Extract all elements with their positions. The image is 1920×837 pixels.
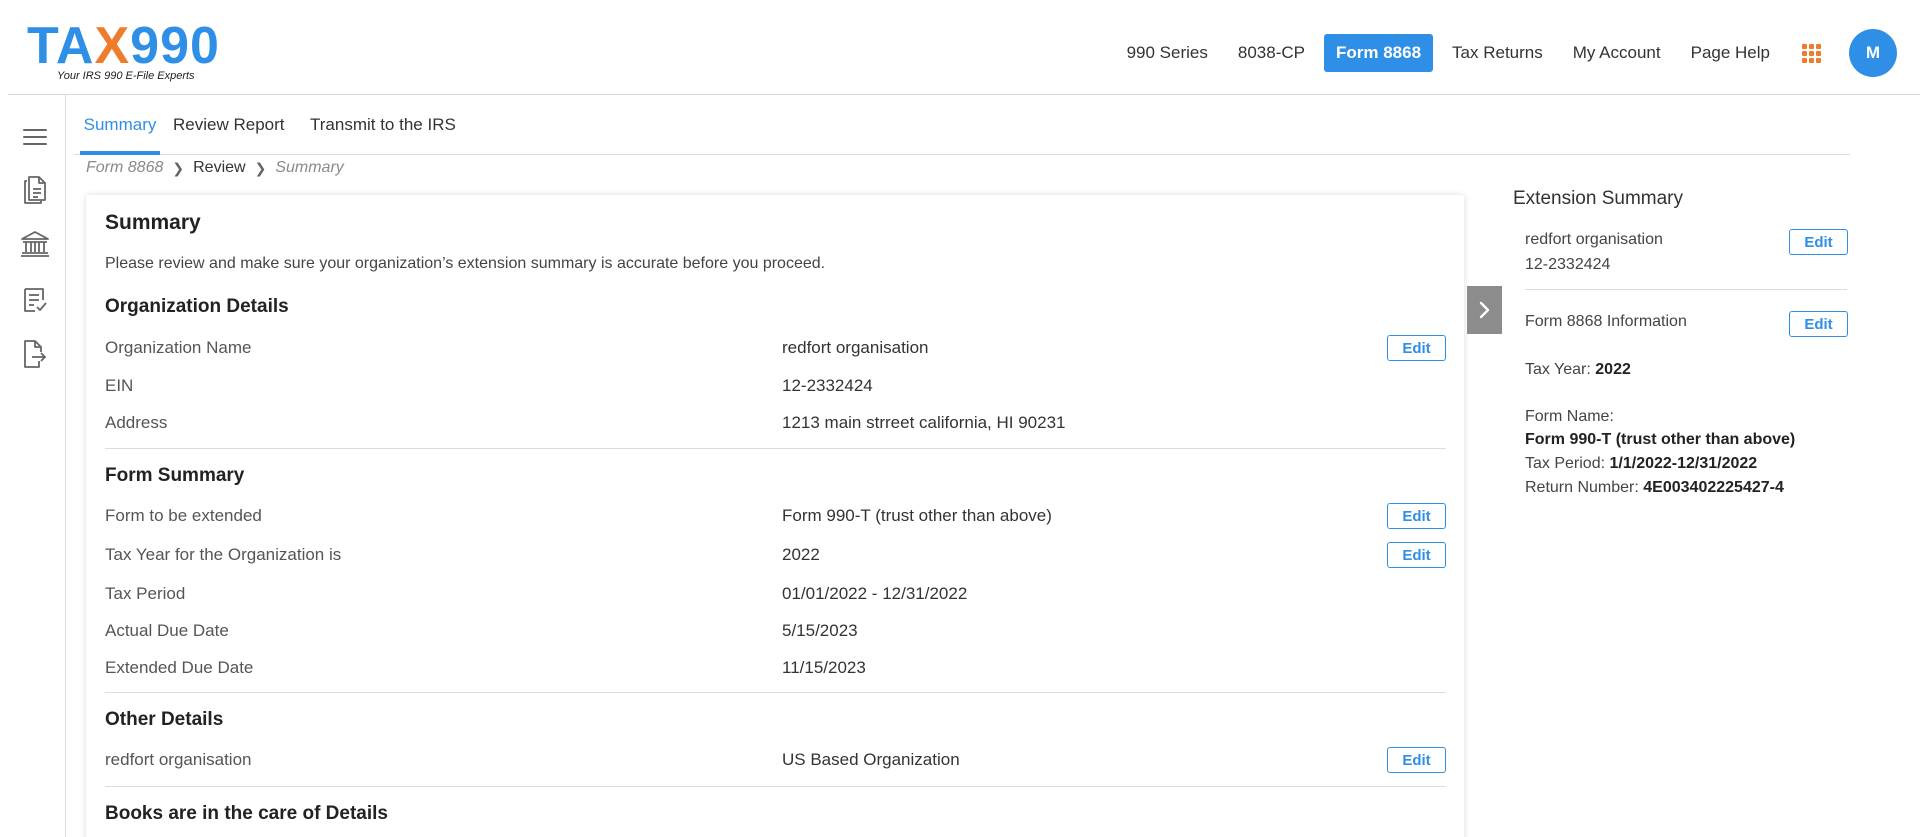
nav-8038-cp[interactable]: 8038-CP xyxy=(1223,34,1320,72)
organization-name-value: redfort organisation xyxy=(782,338,929,357)
chevron-right-icon: ❯ xyxy=(172,159,185,176)
panel-edit-org-button[interactable]: Edit xyxy=(1789,229,1848,255)
document-list-icon[interactable] xyxy=(20,175,50,205)
panel-tax-year: Tax Year: 2022 xyxy=(1525,361,1631,378)
section-divider xyxy=(105,692,1446,693)
address-value: 1213 main strreet california, HI 90231 xyxy=(782,413,1066,432)
summary-description: Please review and make sure your organiz… xyxy=(105,255,826,272)
summary-title: Summary xyxy=(105,211,201,234)
collapse-panel-button[interactable] xyxy=(1467,286,1502,334)
extension-summary-title: Extension Summary xyxy=(1513,188,1684,209)
extended-due-date-value: 11/15/2023 xyxy=(782,658,866,677)
tax-period-value: 01/01/2022 - 12/31/2022 xyxy=(782,584,968,603)
ein-value: 12-2332424 xyxy=(782,376,873,395)
nav-tax-returns[interactable]: Tax Returns xyxy=(1437,34,1558,72)
tax-year-value: 2022 xyxy=(782,545,820,564)
panel-org-ein: 12-2332424 xyxy=(1525,256,1611,273)
other-details-org-type-value: US Based Organization xyxy=(782,750,960,769)
actual-due-date-label: Actual Due Date xyxy=(105,621,229,640)
organization-name-label: Organization Name xyxy=(105,338,252,357)
top-header: TAX990 Your IRS 990 E-File Experts 990 S… xyxy=(8,0,1920,95)
section-divider xyxy=(105,448,1446,449)
left-sidebar xyxy=(0,95,66,837)
checklist-icon[interactable] xyxy=(20,285,50,315)
edit-other-details-button[interactable]: Edit xyxy=(1387,747,1446,773)
panel-tax-period: Tax Period: 1/1/2022-12/31/2022 xyxy=(1525,455,1758,472)
panel-form-name-label: Form Name: xyxy=(1525,408,1614,425)
section-divider xyxy=(105,786,1446,787)
tab-transmit-irs[interactable]: Transmit to the IRS xyxy=(310,100,456,155)
other-details-org-label: redfort organisation xyxy=(105,750,252,769)
form-to-be-extended-label: Form to be extended xyxy=(105,506,262,525)
logo-wordmark: TAX990 xyxy=(27,17,220,75)
apps-grid-icon[interactable] xyxy=(1791,34,1831,72)
file-export-icon[interactable] xyxy=(20,339,50,369)
nav-990-series[interactable]: 990 Series xyxy=(1112,34,1223,72)
logo-tagline: Your IRS 990 E-File Experts xyxy=(57,70,195,82)
tax-year-label: Tax Year for the Organization is xyxy=(105,545,342,564)
organization-details-title: Organization Details xyxy=(105,296,289,317)
tax-period-label: Tax Period xyxy=(105,584,186,603)
user-avatar[interactable]: M xyxy=(1849,29,1897,77)
breadcrumb-review[interactable]: Review xyxy=(193,159,245,177)
address-label: Address xyxy=(105,413,168,432)
summary-card: Summary Please review and make sure your… xyxy=(86,195,1464,837)
ein-label: EIN xyxy=(105,376,134,395)
extended-due-date-label: Extended Due Date xyxy=(105,658,254,677)
form-to-be-extended-value: Form 990-T (trust other than above) xyxy=(782,506,1052,525)
form-summary-title: Form Summary xyxy=(105,465,245,486)
menu-icon[interactable] xyxy=(20,122,50,152)
chevron-right-icon xyxy=(1479,301,1489,319)
breadcrumb-form-8868[interactable]: Form 8868 xyxy=(86,159,163,177)
edit-form-button[interactable]: Edit xyxy=(1387,503,1446,529)
main-nav: 990 Series 8038-CP Form 8868 Tax Returns… xyxy=(1112,28,1920,78)
nav-my-account[interactable]: My Account xyxy=(1558,34,1676,72)
books-care-details-title: Books are in the care of Details xyxy=(105,803,388,824)
other-details-title: Other Details xyxy=(105,709,224,730)
edit-organization-button[interactable]: Edit xyxy=(1387,335,1446,361)
panel-form-name-value: Form 990-T (trust other than above) xyxy=(1525,431,1796,448)
breadcrumb: Form 8868 ❯ Review ❯ Summary xyxy=(86,159,344,177)
tax990-logo[interactable]: TAX990 Your IRS 990 E-File Experts xyxy=(27,18,237,88)
breadcrumb-summary: Summary xyxy=(275,159,344,176)
actual-due-date-value: 5/15/2023 xyxy=(782,621,858,640)
panel-divider xyxy=(1525,289,1847,290)
tab-review-report[interactable]: Review Report xyxy=(173,100,285,155)
nav-form-8868[interactable]: Form 8868 xyxy=(1323,34,1434,72)
chevron-right-icon: ❯ xyxy=(254,159,267,176)
panel-return-number: Return Number: 4E003402225427-4 xyxy=(1525,479,1784,496)
panel-org-name: redfort organisation xyxy=(1525,231,1663,248)
page-tabs: Summary Review Report Transmit to the IR… xyxy=(74,100,1850,155)
edit-tax-year-button[interactable]: Edit xyxy=(1387,542,1446,568)
panel-form-info-title: Form 8868 Information xyxy=(1525,313,1687,330)
nav-page-help[interactable]: Page Help xyxy=(1676,34,1785,72)
panel-edit-form-info-button[interactable]: Edit xyxy=(1789,311,1848,337)
tab-summary[interactable]: Summary xyxy=(80,100,160,155)
bank-icon[interactable] xyxy=(20,229,50,259)
